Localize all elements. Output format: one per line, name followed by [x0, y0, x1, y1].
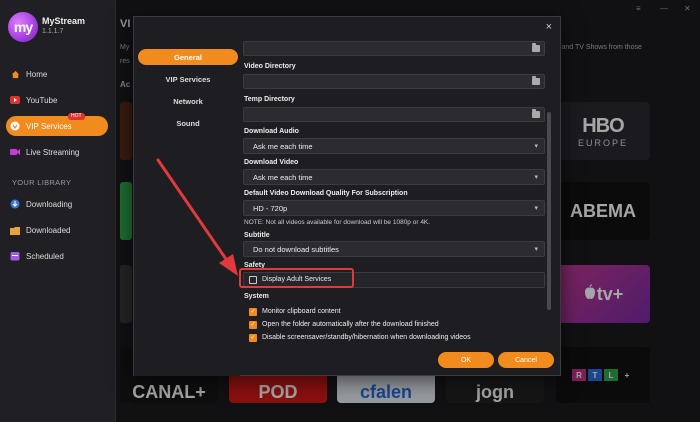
disable-screensaver-checkbox[interactable]: ✓: [249, 334, 257, 342]
select-value: HD - 720p: [253, 203, 288, 213]
home-icon: [10, 69, 20, 79]
subtitle-select[interactable]: Do not download subtitles ▾: [243, 241, 545, 257]
live-icon: [10, 147, 20, 157]
hot-badge: HOT: [68, 113, 85, 120]
folder-icon[interactable]: [532, 43, 540, 52]
cancel-button[interactable]: Cancel: [498, 352, 554, 368]
chevron-down-icon: ▾: [534, 205, 538, 212]
download-arrow-icon: [10, 199, 20, 209]
select-value: Ask me each time: [253, 141, 313, 151]
monitor-clipboard-checkbox[interactable]: ✓: [249, 308, 257, 316]
download-video-select[interactable]: Ask me each time ▾: [243, 169, 545, 185]
output-directory-field[interactable]: [243, 41, 545, 56]
download-audio-select[interactable]: Ask me each time ▾: [243, 138, 545, 154]
app-logo: my: [8, 12, 38, 42]
subtitle-label: Subtitle: [244, 232, 270, 239]
temp-directory-field[interactable]: [243, 107, 545, 122]
sidebar-item-label: YouTube: [26, 95, 58, 105]
video-directory-label: Video Directory: [244, 63, 296, 70]
sidebar: my MyStream 1.1.1.7 Home YouTube VIP Ser…: [0, 0, 116, 422]
tab-sound[interactable]: Sound: [138, 115, 238, 131]
app-version: 1.1.1.7: [42, 28, 64, 35]
chevron-down-icon: ▾: [534, 174, 538, 181]
disable-screensaver-label: Disable screensaver/standby/hibernation …: [262, 334, 471, 341]
select-value: Ask me each time: [253, 172, 313, 182]
open-folder-label: Open the folder automatically after the …: [262, 321, 439, 328]
tab-general[interactable]: General: [138, 49, 238, 65]
app-name: MyStream: [42, 16, 86, 26]
sidebar-item-vip-services[interactable]: VIP Services HOT: [6, 113, 108, 136]
sidebar-item-label: Scheduled: [26, 251, 64, 261]
quality-label: Default Video Download Quality For Subsc…: [244, 190, 408, 197]
quality-select[interactable]: HD - 720p ▾: [243, 200, 545, 216]
sidebar-item-label: Downloaded: [26, 225, 71, 235]
sidebar-item-home[interactable]: Home: [6, 64, 108, 84]
dialog-close-icon[interactable]: ×: [546, 21, 552, 33]
tab-vip-services[interactable]: VIP Services: [138, 71, 238, 87]
settings-content: Video Directory Temp Directory Download …: [243, 39, 552, 349]
sidebar-item-scheduled[interactable]: Scheduled: [6, 246, 108, 266]
highlight-box: [239, 268, 354, 288]
sidebar-item-label: VIP Services: [26, 121, 72, 131]
open-folder-checkbox[interactable]: ✓: [249, 321, 257, 329]
settings-dialog: × General VIP Services Network Sound Vid…: [133, 16, 561, 376]
sidebar-item-label: Live Streaming: [26, 147, 80, 157]
download-video-label: Download Video: [244, 159, 299, 166]
folder-icon[interactable]: [532, 76, 540, 85]
sidebar-item-live-streaming[interactable]: Live Streaming: [6, 142, 108, 162]
vip-icon: [10, 121, 20, 131]
sidebar-item-downloaded[interactable]: Downloaded: [6, 220, 108, 240]
folder-icon[interactable]: [532, 109, 540, 118]
quality-note: NOTE: Not all videos available for downl…: [244, 219, 431, 226]
library-heading: YOUR LIBRARY: [12, 178, 72, 187]
download-audio-label: Download Audio: [244, 128, 299, 135]
video-directory-field[interactable]: [243, 74, 545, 89]
settings-scrollbar[interactable]: [547, 112, 551, 310]
chevron-down-icon: ▾: [534, 246, 538, 253]
youtube-icon: [10, 95, 20, 105]
ok-button[interactable]: OK: [438, 352, 494, 368]
monitor-clipboard-label: Monitor clipboard content: [262, 308, 341, 315]
chevron-down-icon: ▾: [534, 143, 538, 150]
calendar-icon: [10, 251, 20, 261]
sidebar-item-downloading[interactable]: Downloading: [6, 194, 108, 214]
sidebar-item-youtube[interactable]: YouTube: [6, 90, 108, 110]
sidebar-item-label: Downloading: [26, 199, 73, 209]
select-value: Do not download subtitles: [253, 244, 339, 254]
folder-icon: [10, 225, 20, 235]
sidebar-item-label: Home: [26, 69, 48, 79]
settings-nav: General VIP Services Network Sound: [134, 39, 240, 376]
system-label: System: [244, 293, 269, 300]
tab-network[interactable]: Network: [138, 93, 238, 109]
temp-directory-label: Temp Directory: [244, 96, 295, 103]
